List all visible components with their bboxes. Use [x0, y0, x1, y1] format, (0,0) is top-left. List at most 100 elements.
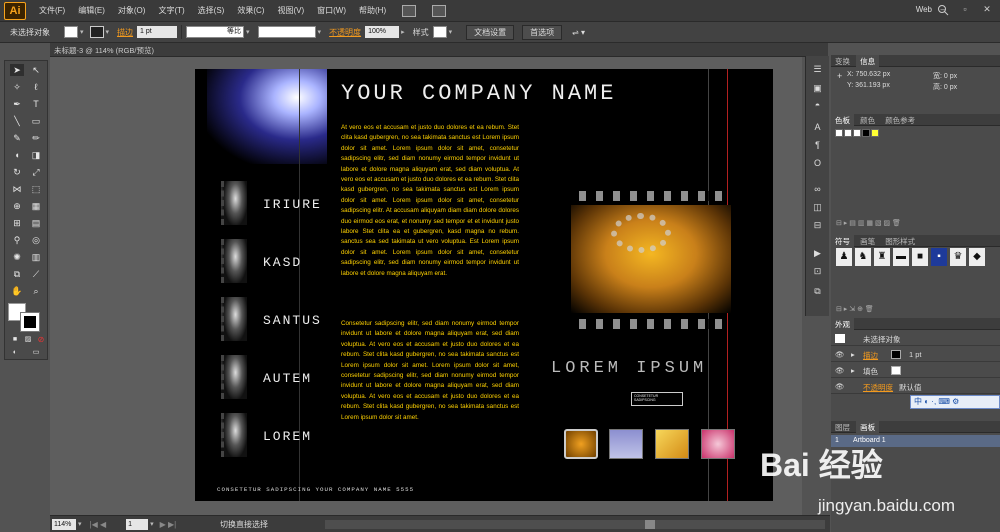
workspace-switcher[interactable]: Web [916, 5, 932, 14]
symbol-8-icon[interactable]: ◆ [969, 248, 985, 266]
scrollbar-thumb[interactable] [645, 520, 655, 529]
gradient-mode-icon[interactable]: ▨ [21, 334, 35, 346]
rectangle-tool-icon[interactable]: ▭ [29, 115, 43, 127]
eye-icon[interactable]: 👁 [835, 366, 845, 375]
menu-file[interactable]: 文件(F) [39, 5, 65, 16]
none-mode-icon[interactable]: ⊘ [34, 334, 48, 346]
draw-mode-icon[interactable]: ◐ [8, 347, 22, 359]
width-tool-icon[interactable]: ⋈ [10, 183, 24, 195]
swatch-white[interactable] [853, 129, 861, 137]
menu-item-iriure[interactable]: IRIURE [263, 197, 322, 212]
tab-graphic-styles[interactable]: 图形样式 [881, 235, 919, 248]
graphic-style-swatch[interactable] [432, 26, 447, 38]
swatch-panel-footer-icons[interactable]: ⊟ ▸ ▤ ▥ ▦ ▧ ▨ 🗑 [836, 219, 901, 227]
appearance-row-opacity[interactable]: 👁 不透明度 默认值 [831, 380, 1000, 394]
menu-item-santus[interactable]: SANTUS [263, 313, 322, 328]
paragraph-panel-icon[interactable]: ¶ [811, 140, 824, 151]
links-panel-icon[interactable]: ∞ [811, 184, 824, 195]
status-text[interactable]: 切换直接选择 [220, 519, 268, 530]
shape-builder-tool-icon[interactable]: ⊕ [10, 200, 24, 212]
footer-text[interactable]: CONSETETUR SADIPSCING YOUR COMPANY NAME … [217, 486, 414, 493]
next-page-icon[interactable]: ▶ ▶| [160, 520, 177, 529]
menu-edit[interactable]: 编辑(E) [78, 5, 105, 16]
tab-symbols[interactable]: 符号 [831, 235, 854, 248]
chevron-down-icon[interactable]: ▾ [106, 28, 110, 36]
swatch-none[interactable] [835, 129, 843, 137]
maximize-icon[interactable]: ▫ [958, 3, 972, 15]
scale-tool-icon[interactable]: ⤢ [29, 166, 43, 178]
chevron-down-icon[interactable]: ▾ [80, 28, 84, 36]
chevron-right-icon[interactable]: ▸ [401, 28, 405, 36]
appearance-row-stroke[interactable]: 👁 ▸ 描边 1 pt [831, 348, 1000, 362]
free-transform-tool-icon[interactable]: ⬚ [29, 183, 43, 195]
body-paragraph-2[interactable]: Consetetur sadipscing elitr, sed diam no… [341, 319, 519, 423]
chevron-down-icon[interactable]: ▾ [78, 520, 82, 528]
rotate-tool-icon[interactable]: ↻ [10, 166, 24, 178]
company-name-heading[interactable]: YOUR COMPANY NAME [341, 81, 616, 106]
first-page-icon[interactable]: |◀ ◀ [90, 520, 107, 529]
document-setup-button[interactable]: 文档设置 [466, 24, 515, 40]
symbol-7-icon[interactable]: ♛ [950, 248, 966, 266]
stroke-color-box[interactable] [20, 312, 40, 332]
blob-brush-tool-icon[interactable]: ◖ [10, 149, 24, 161]
blend-tool-icon[interactable]: ◎ [29, 234, 43, 246]
preferences-button[interactable]: 首选项 [522, 24, 563, 40]
variable-width-profile[interactable]: 等比 [186, 26, 245, 38]
tab-color[interactable]: 颜色 [856, 114, 879, 127]
symbol-5-icon[interactable]: ■ [912, 248, 928, 266]
menu-item-kasd[interactable]: KASD [263, 255, 302, 270]
swatch-registration[interactable] [844, 129, 852, 137]
eraser-tool-icon[interactable]: ◨ [29, 149, 43, 161]
chevron-down-icon[interactable]: ▾ [150, 520, 154, 528]
direct-selection-tool-icon[interactable]: ↖ [29, 64, 43, 76]
chevron-down-icon[interactable]: ▾ [246, 28, 250, 36]
stroke-swatch[interactable] [89, 26, 104, 38]
chevron-right-icon[interactable]: ▸ [851, 366, 855, 375]
stroke-weight-field[interactable]: 1 pt [137, 26, 178, 38]
symbol-4-icon[interactable]: ▬ [893, 248, 909, 266]
menu-item-autem[interactable]: AUTEM [263, 371, 312, 386]
tab-color-guide[interactable]: 颜色参考 [881, 114, 919, 127]
artboard-tool-icon[interactable]: ⧉ [10, 268, 24, 280]
actions-panel-icon[interactable]: ▶ [811, 248, 824, 259]
bridge-icon[interactable] [402, 4, 417, 17]
appearance-stroke-label[interactable]: 描边 [863, 350, 878, 361]
menu-help[interactable]: 帮助(H) [359, 5, 386, 16]
pathfinder-panel-icon[interactable]: ◫ [811, 202, 824, 213]
opentype-panel-icon[interactable]: O [811, 158, 824, 169]
chevron-down-icon[interactable]: ▾ [318, 28, 322, 36]
brush-definition[interactable] [257, 26, 316, 38]
thumbnail-2[interactable] [609, 429, 643, 459]
appearance-panel-icon[interactable]: ◓ [811, 100, 824, 111]
align-panel-icon[interactable]: ⊟ [811, 220, 824, 231]
tab-swatches[interactable]: 色板 [831, 114, 854, 127]
eyedropper-tool-icon[interactable]: ⚲ [10, 234, 24, 246]
body-paragraph-1[interactable]: At vero eos et accusam et justo duo dolo… [341, 123, 519, 279]
artboard[interactable]: YOUR COMPANY NAME IRIURE KASD SANTUS AUT… [195, 69, 773, 501]
document-tab[interactable]: 未标题-3 @ 114% (RGB/预览) [54, 45, 154, 56]
tab-brushes[interactable]: 画笔 [856, 235, 879, 248]
menu-effect[interactable]: 效果(C) [237, 5, 264, 16]
chevron-right-icon[interactable]: ▸ [851, 350, 855, 359]
pen-tool-icon[interactable]: ✒ [10, 98, 24, 110]
eye-icon[interactable]: 👁 [835, 382, 845, 391]
tab-artboards[interactable]: 画板 [856, 421, 880, 434]
mesh-tool-icon[interactable]: ⊞ [10, 217, 24, 229]
zoom-field[interactable]: 114% [52, 518, 76, 530]
slice-tool-icon[interactable]: ⟋ [29, 268, 43, 280]
canvas-area[interactable]: YOUR COMPANY NAME IRIURE KASD SANTUS AUT… [50, 57, 802, 515]
fill-swatch[interactable] [891, 366, 901, 375]
menu-item-lorem[interactable]: LOREM [263, 429, 312, 444]
tab-appearance[interactable]: 外观 [831, 318, 854, 331]
gear-image[interactable] [571, 205, 731, 313]
paintbrush-tool-icon[interactable]: ✎ [10, 132, 24, 144]
navigator-panel-icon[interactable]: ⊡ [811, 266, 824, 277]
thumbnail-4[interactable] [701, 429, 735, 459]
hand-tool-icon[interactable]: ✋ [10, 285, 24, 297]
ime-mode[interactable]: 中 [914, 397, 922, 406]
column-graph-tool-icon[interactable]: ▥ [29, 251, 43, 263]
appearance-row-fill[interactable]: 👁 ▸ 填色 [831, 364, 1000, 378]
eye-icon[interactable]: 👁 [835, 350, 845, 359]
character-panel-icon[interactable]: A [811, 122, 824, 133]
page-field[interactable]: 1 [126, 518, 149, 530]
